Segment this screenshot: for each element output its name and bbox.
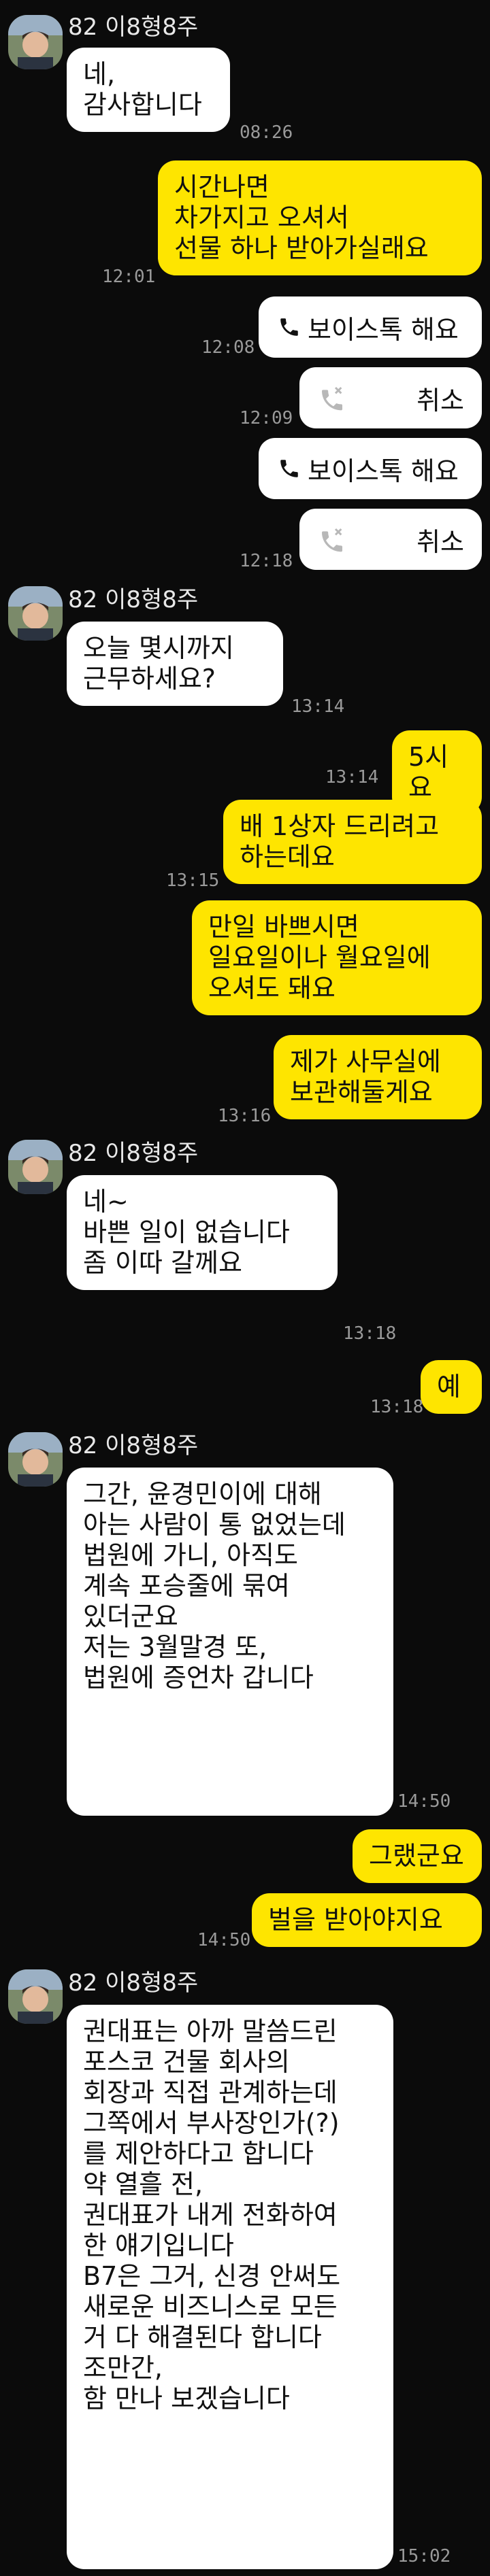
missed-call-icon — [318, 526, 346, 553]
contact-name: 82 이8형8주 — [68, 1140, 199, 1167]
outgoing-message[interactable]: 그랬군요 — [353, 1829, 482, 1883]
outgoing-message[interactable]: 제가 사무실에 보관해둘게요 — [274, 1035, 482, 1119]
message-time: 13:16 — [218, 1106, 272, 1126]
message-time: 12:01 — [102, 267, 156, 287]
message-time: 12:08 — [201, 337, 255, 358]
voice-call-message[interactable]: 보이스톡 해요 — [259, 438, 482, 499]
cancelled-call-message[interactable]: 취소 — [299, 509, 482, 570]
contact-avatar[interactable] — [8, 1969, 63, 2024]
incoming-message[interactable]: 네, 감사합니다 — [67, 48, 230, 132]
contact-avatar[interactable] — [8, 15, 63, 69]
message-time: 12:18 — [240, 551, 293, 571]
phone-icon — [278, 316, 301, 339]
message-time: 15:02 — [397, 2546, 451, 2566]
voice-call-label: 보이스톡 해요 — [308, 314, 459, 345]
message-time: 13:18 — [343, 1323, 397, 1344]
message-time: 13:14 — [325, 767, 379, 787]
outgoing-message[interactable]: 만일 바쁘시면 일요일이나 월요일에 오셔도 돼요 — [192, 900, 482, 1015]
phone-icon — [278, 457, 301, 480]
outgoing-message[interactable]: 시간나면 차가지고 오셔서 선물 하나 받아가실래요 — [158, 160, 482, 275]
incoming-message[interactable]: 권대표는 아까 말씀드린 포스코 건물 회사의 회장과 직접 관계하는데 그쪽에… — [67, 2005, 393, 2569]
message-time: 08:26 — [240, 122, 293, 143]
cancel-label: 취소 — [416, 385, 464, 416]
contact-name: 82 이8형8주 — [68, 1969, 199, 1997]
message-time: 13:14 — [291, 696, 345, 717]
contact-name: 82 이8형8주 — [68, 1432, 199, 1459]
cancel-label: 취소 — [416, 526, 464, 557]
message-time: 12:09 — [240, 408, 293, 428]
message-time: 14:50 — [397, 1791, 451, 1812]
message-time: 13:18 — [370, 1397, 424, 1417]
cancelled-call-message[interactable]: 취소 — [299, 367, 482, 428]
outgoing-message[interactable]: 예 — [421, 1360, 482, 1414]
incoming-message[interactable]: 네~ 바쁜 일이 없습니다 좀 이따 갈께요 — [67, 1175, 338, 1290]
contact-name: 82 이8형8주 — [68, 586, 199, 613]
contact-avatar[interactable] — [8, 1432, 63, 1487]
message-time: 13:15 — [166, 870, 220, 891]
voice-call-message[interactable]: 보이스톡 해요 — [259, 296, 482, 358]
incoming-message[interactable]: 그간, 윤경민이에 대해 아는 사람이 통 없었는데 법원에 가니, 아직도 계… — [67, 1468, 393, 1816]
incoming-message[interactable]: 오늘 몇시까지 근무하세요? — [67, 622, 283, 706]
contact-avatar[interactable] — [8, 1140, 63, 1194]
contact-avatar[interactable] — [8, 586, 63, 641]
message-time: 14:50 — [197, 1930, 251, 1950]
voice-call-label: 보이스톡 해요 — [308, 456, 459, 486]
missed-call-icon — [318, 384, 346, 411]
contact-name: 82 이8형8주 — [68, 14, 199, 41]
outgoing-message[interactable]: 벌을 받아야지요 — [252, 1893, 482, 1947]
outgoing-message[interactable]: 배 1상자 드리려고 하는데요 — [223, 800, 482, 884]
